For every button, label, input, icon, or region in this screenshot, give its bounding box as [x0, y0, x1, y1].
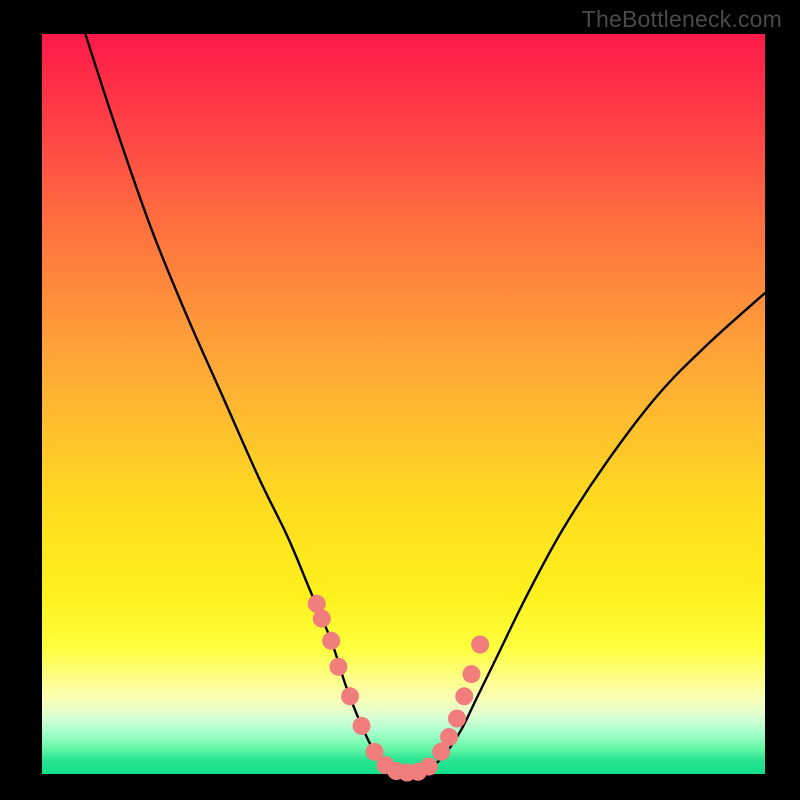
marker-point	[471, 636, 489, 654]
watermark-text: TheBottleneck.com	[582, 6, 782, 33]
plot-area	[42, 34, 765, 774]
marker-point	[420, 758, 438, 776]
chart-frame: TheBottleneck.com	[0, 0, 800, 800]
marker-point	[313, 610, 331, 628]
marker-point	[448, 710, 466, 728]
marker-point	[353, 717, 371, 735]
curve-path-group	[85, 34, 765, 775]
bottleneck-curve	[85, 34, 765, 775]
marker-point	[322, 632, 340, 650]
marker-point	[341, 687, 359, 705]
marker-point	[462, 665, 480, 683]
highlighted-points	[308, 595, 489, 782]
marker-point	[440, 728, 458, 746]
marker-point	[455, 687, 473, 705]
chart-svg	[42, 34, 765, 774]
marker-point	[329, 658, 347, 676]
